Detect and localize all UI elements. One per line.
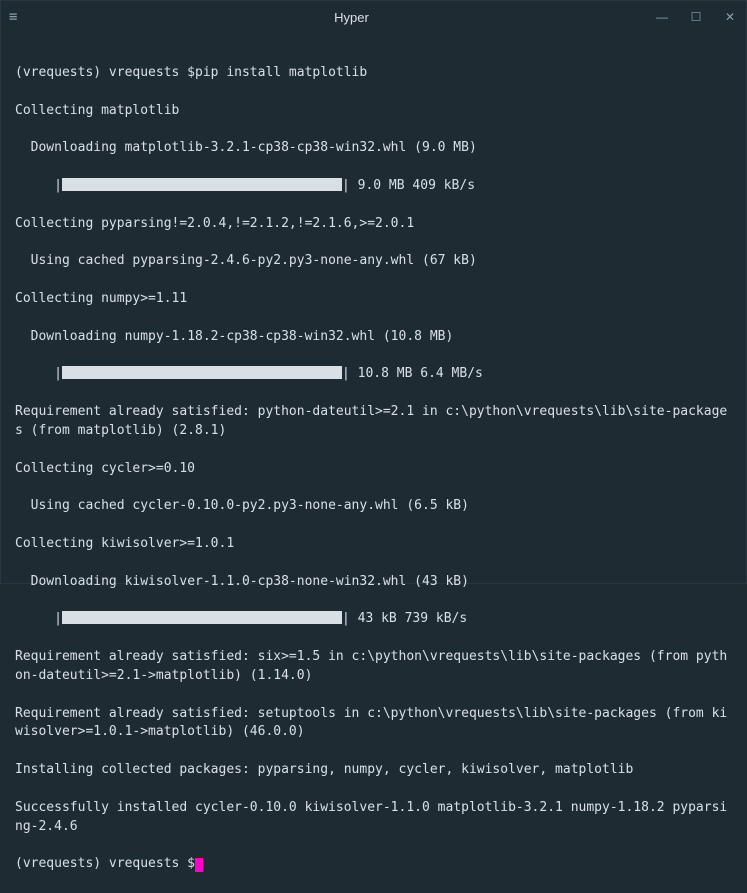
output-line: Downloading numpy-1.18.2-cp38-cp38-win32… xyxy=(15,328,732,347)
output-line: Collecting numpy>=1.11 xyxy=(15,290,732,309)
prompt-line: (vrequests) vrequests $ xyxy=(15,855,732,874)
close-button[interactable]: ✕ xyxy=(722,10,738,24)
progress-bar-icon xyxy=(62,366,342,379)
maximize-button[interactable]: ☐ xyxy=(688,10,704,24)
output-line: Collecting matplotlib xyxy=(15,102,732,121)
hamburger-menu-icon[interactable]: ≡ xyxy=(9,10,17,24)
progress-bar-icon xyxy=(62,178,342,191)
output-line: Collecting kiwisolver>=1.0.1 xyxy=(15,535,732,554)
output-line: Installing collected packages: pyparsing… xyxy=(15,761,732,780)
window-controls: — ☐ ✕ xyxy=(654,10,738,24)
output-line: Collecting pyparsing!=2.0.4,!=2.1.2,!=2.… xyxy=(15,215,732,234)
prompt-line: (vrequests) vrequests $pip install matpl… xyxy=(15,64,732,83)
terminal-output[interactable]: (vrequests) vrequests $pip install matpl… xyxy=(1,33,746,893)
progress-bar-line: || 9.0 MB 409 kB/s xyxy=(15,177,732,196)
output-line: Successfully installed cycler-0.10.0 kiw… xyxy=(15,799,732,837)
minimize-button[interactable]: — xyxy=(654,10,670,24)
output-line: Collecting cycler>=0.10 xyxy=(15,460,732,479)
output-line: Using cached pyparsing-2.4.6-py2.py3-non… xyxy=(15,252,732,271)
progress-bar-icon xyxy=(62,611,342,624)
progress-bar-line: || 43 kB 739 kB/s xyxy=(15,610,732,629)
output-line: Using cached cycler-0.10.0-py2.py3-none-… xyxy=(15,497,732,516)
output-line: Downloading kiwisolver-1.1.0-cp38-none-w… xyxy=(15,573,732,592)
titlebar: ≡ Hyper — ☐ ✕ xyxy=(1,1,746,33)
output-line: Downloading matplotlib-3.2.1-cp38-cp38-w… xyxy=(15,139,732,158)
progress-bar-line: || 10.8 MB 6.4 MB/s xyxy=(15,365,732,384)
output-line: Requirement already satisfied: python-da… xyxy=(15,403,732,441)
output-line: Requirement already satisfied: setuptool… xyxy=(15,705,732,743)
cursor-icon xyxy=(195,858,203,872)
window-title: Hyper xyxy=(334,10,369,25)
output-line: Requirement already satisfied: six>=1.5 … xyxy=(15,648,732,686)
